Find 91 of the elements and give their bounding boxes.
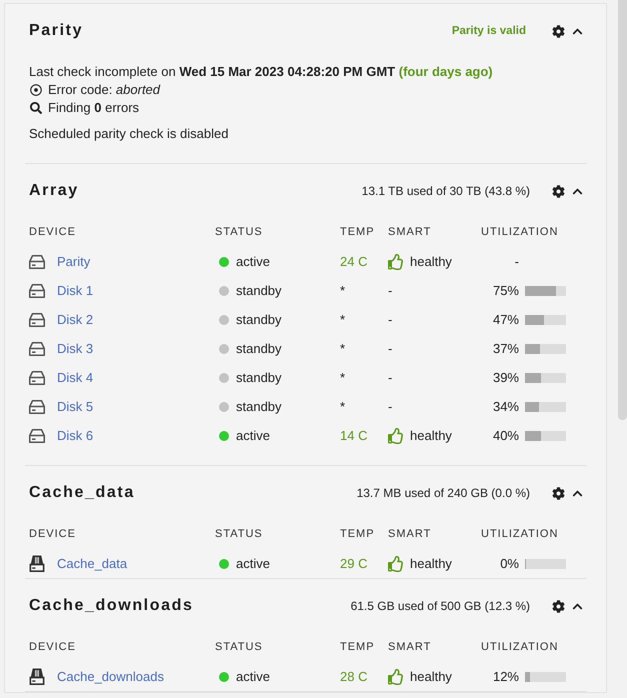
column-header: DEVICE (29, 528, 76, 540)
column-header: TEMP (340, 528, 375, 540)
hard-drive-icon (29, 370, 45, 384)
smart-text: - (388, 399, 392, 414)
utilization-text: - (514, 254, 519, 269)
settings-icon[interactable] (552, 184, 565, 198)
temp-text: 28 C (340, 669, 368, 684)
drive-tray-icon (29, 555, 45, 572)
finding-text: Finding 0 errors (48, 99, 140, 117)
column-header: TEMP (340, 641, 375, 653)
status-text: active (236, 428, 270, 443)
temp-text: 29 C (340, 556, 368, 571)
settings-icon[interactable] (552, 486, 565, 500)
usage-text: 61.5 GB used of 500 GB (12.3 %) (350, 599, 530, 613)
column-header: SMART (388, 641, 432, 653)
utilization-text: 75% (492, 283, 519, 298)
device-link[interactable]: Disk 2 (57, 312, 94, 327)
column-header: TEMP (340, 226, 375, 238)
device-link[interactable]: Disk 3 (57, 341, 94, 356)
smart-text: healthy (410, 556, 452, 571)
utilization-text: 40% (492, 428, 519, 443)
hard-drive-icon (29, 312, 45, 326)
chevron-up-icon[interactable] (572, 26, 583, 36)
parity-status: Parity is valid (452, 25, 526, 37)
status-text: standby (236, 341, 282, 356)
column-header: STATUS (215, 528, 263, 540)
settings-icon[interactable] (552, 24, 565, 38)
schedule-text: Scheduled parity check is disabled (29, 125, 228, 143)
status-text: standby (236, 312, 282, 327)
temp-text: 24 C (340, 254, 368, 269)
hard-drive-icon (29, 284, 45, 298)
temp-text: * (340, 370, 346, 385)
utilization-text: 37% (492, 341, 519, 356)
temp-text: * (340, 283, 346, 298)
device-link[interactable]: Disk 1 (57, 283, 94, 298)
section-title: Cache_data (29, 484, 135, 502)
column-header: UTILIZATION (481, 528, 558, 540)
utilization-text: 0% (499, 556, 519, 571)
status-text: standby (236, 370, 282, 385)
temp-text: * (340, 341, 346, 356)
hard-drive-icon (29, 428, 45, 442)
status-text: active (236, 669, 270, 684)
utilization-text: 34% (492, 399, 519, 414)
drive-tray-icon (29, 668, 45, 685)
column-header: SMART (388, 528, 432, 540)
status-text: standby (236, 283, 282, 298)
settings-icon[interactable] (552, 600, 565, 612)
usage-text: 13.7 MB used of 240 GB (0.0 %) (356, 486, 530, 500)
column-header: SMART (388, 226, 432, 238)
chevron-up-icon[interactable] (572, 488, 583, 498)
smart-text: healthy (410, 428, 452, 443)
smart-text: - (388, 370, 392, 385)
column-header: DEVICE (29, 226, 76, 238)
column-header: STATUS (215, 641, 263, 653)
device-link[interactable]: Cache_data (57, 556, 128, 571)
smart-text: - (388, 283, 392, 298)
chevron-up-icon[interactable] (572, 186, 583, 196)
hard-drive-icon (29, 254, 45, 268)
status-text: active (236, 254, 270, 269)
column-header: UTILIZATION (481, 641, 558, 653)
status-text: standby (236, 399, 282, 414)
utilization-text: 39% (492, 370, 519, 385)
smart-text: - (388, 341, 392, 356)
device-link[interactable]: Disk 4 (57, 370, 94, 385)
hard-drive-icon (29, 342, 45, 356)
device-link[interactable]: Cache_downloads (57, 669, 164, 684)
scrollbar-thumb[interactable] (618, 0, 627, 420)
temp-text: 14 C (340, 428, 368, 443)
utilization-text: 47% (492, 312, 519, 327)
temp-text: * (340, 312, 346, 327)
temp-text: * (340, 399, 346, 414)
column-header: STATUS (215, 226, 263, 238)
section-title: Parity (29, 22, 84, 40)
device-link[interactable]: Disk 6 (57, 428, 94, 443)
column-header: DEVICE (29, 641, 76, 653)
last-check-text: Last check incomplete on Wed 15 Mar 2023 04:28:20 PM GMT (four days ago) (29, 63, 493, 81)
smart-text: healthy (410, 669, 452, 684)
device-link[interactable]: Parity (57, 254, 90, 269)
chevron-up-icon[interactable] (572, 600, 583, 612)
error-code-text: Error code: aborted (48, 81, 160, 99)
column-header: UTILIZATION (481, 226, 558, 238)
smart-text: healthy (410, 254, 452, 269)
utilization-text: 12% (492, 669, 519, 684)
device-link[interactable]: Disk 5 (57, 399, 94, 414)
usage-text: 13.1 TB used of 30 TB (43.8 %) (362, 184, 530, 198)
smart-text: - (388, 312, 392, 327)
hard-drive-icon (29, 400, 45, 414)
section-title: Cache_downloads (29, 597, 194, 615)
section-title: Array (29, 182, 79, 200)
search-icon (30, 102, 42, 114)
status-text: active (236, 556, 270, 571)
